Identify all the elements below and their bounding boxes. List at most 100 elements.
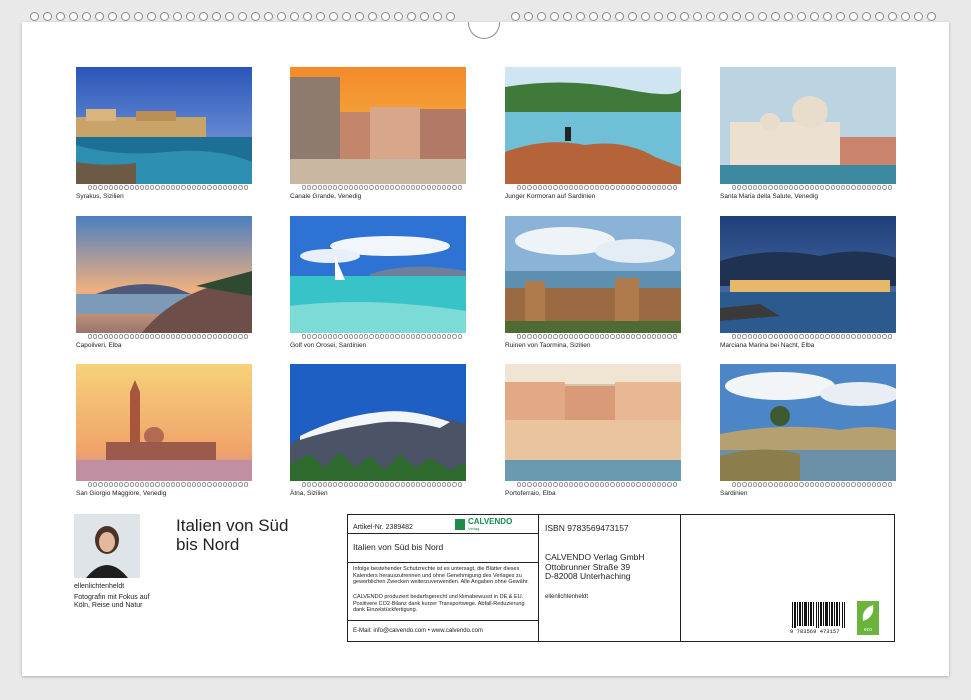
calvendo-logo-icon <box>455 519 465 530</box>
day-dot <box>155 334 160 339</box>
day-dot <box>452 334 457 339</box>
binding-ring <box>862 12 871 21</box>
day-dot <box>757 482 763 487</box>
day-dot <box>794 334 799 339</box>
day-dot <box>327 185 333 190</box>
day-dot <box>809 334 814 339</box>
binding-ring <box>329 12 338 21</box>
day-dot <box>93 482 98 487</box>
day-dot <box>804 334 809 339</box>
copyright-notice: Infolge bestehender Schutzrechte ist es … <box>353 566 529 586</box>
day-dot <box>846 482 851 487</box>
day-dot <box>732 482 737 487</box>
day-dot <box>558 482 563 487</box>
day-dot <box>108 482 113 487</box>
day-dot <box>747 334 752 339</box>
binding-ring <box>381 12 390 21</box>
month-strip <box>76 333 252 340</box>
day-dot <box>150 334 155 339</box>
author-bio-line2: Köln, Reise und Natur <box>74 602 143 609</box>
photo-caption: Sardinien <box>720 490 748 497</box>
day-dot <box>207 482 212 487</box>
day-dot <box>809 482 814 487</box>
photo-capoliveri <box>76 216 252 340</box>
day-dot <box>662 334 667 339</box>
leaf-icon <box>862 605 874 621</box>
day-dot <box>574 185 579 190</box>
binding-ring <box>186 12 195 21</box>
photo-caption: Ruinen von Taormina, Sizilien <box>505 342 591 349</box>
imprint-divider <box>347 562 539 563</box>
day-dot <box>369 334 374 339</box>
day-dot <box>615 334 620 339</box>
binding-ring <box>303 12 312 21</box>
day-dot <box>145 482 150 487</box>
day-dot <box>799 185 804 190</box>
day-dot <box>579 334 584 339</box>
day-dot <box>405 482 410 487</box>
day-dot <box>563 185 568 190</box>
day-dot <box>830 334 835 339</box>
photo-syrakus <box>76 67 252 191</box>
day-dot <box>421 185 426 190</box>
day-dot <box>877 482 882 487</box>
day-dot <box>327 334 333 339</box>
day-dot <box>238 482 243 487</box>
binding-ring <box>82 12 91 21</box>
photo-sardinien <box>720 364 896 488</box>
day-dot <box>108 334 113 339</box>
day-dot <box>113 334 119 339</box>
day-dot <box>794 482 799 487</box>
binding-ring <box>810 12 819 21</box>
photo-caption: Ätna, Sizilien <box>290 490 328 497</box>
day-dot <box>202 482 207 487</box>
day-dot <box>364 482 369 487</box>
day-dot <box>553 185 558 190</box>
day-dot <box>379 185 384 190</box>
day-dot <box>882 185 887 190</box>
binding-ring <box>342 12 351 21</box>
eco-badge: eco <box>857 601 879 635</box>
month-strip <box>76 481 252 488</box>
day-dot <box>732 334 737 339</box>
barcode-digits: 9 783569 473157 <box>790 628 840 635</box>
day-dot <box>820 334 825 339</box>
photo-caption: Golf von Orosei, Sardinien <box>290 342 367 349</box>
day-dot <box>400 482 405 487</box>
day-dot <box>773 334 778 339</box>
day-dot <box>395 185 400 190</box>
day-dot <box>568 482 574 487</box>
day-dot <box>631 482 636 487</box>
day-dot <box>139 334 145 339</box>
day-dot <box>861 334 866 339</box>
day-dot <box>830 482 835 487</box>
day-dot <box>207 334 212 339</box>
month-strip <box>505 184 681 191</box>
day-dot <box>594 482 599 487</box>
photo-taormina <box>505 216 681 340</box>
photo-caption: Canale Grande, Venedig <box>290 193 362 200</box>
binding-ring <box>134 12 143 21</box>
binding-ring <box>784 12 793 21</box>
photo-aetna <box>290 364 466 488</box>
day-dot <box>312 334 317 339</box>
day-dot <box>322 334 327 339</box>
day-dot <box>594 185 599 190</box>
day-dot <box>589 185 594 190</box>
day-dot <box>846 185 851 190</box>
day-dot <box>374 334 379 339</box>
day-dot <box>217 482 222 487</box>
day-dot <box>416 185 421 190</box>
day-dot <box>768 482 773 487</box>
day-dot <box>620 482 625 487</box>
day-dot <box>171 185 176 190</box>
binding-ring <box>407 12 416 21</box>
day-dot <box>568 185 574 190</box>
day-dot <box>558 185 563 190</box>
day-dot <box>872 482 877 487</box>
binding-ring <box>849 12 858 21</box>
day-dot <box>667 334 672 339</box>
day-dot <box>171 482 176 487</box>
day-dot <box>385 334 390 339</box>
day-dot <box>243 185 248 190</box>
